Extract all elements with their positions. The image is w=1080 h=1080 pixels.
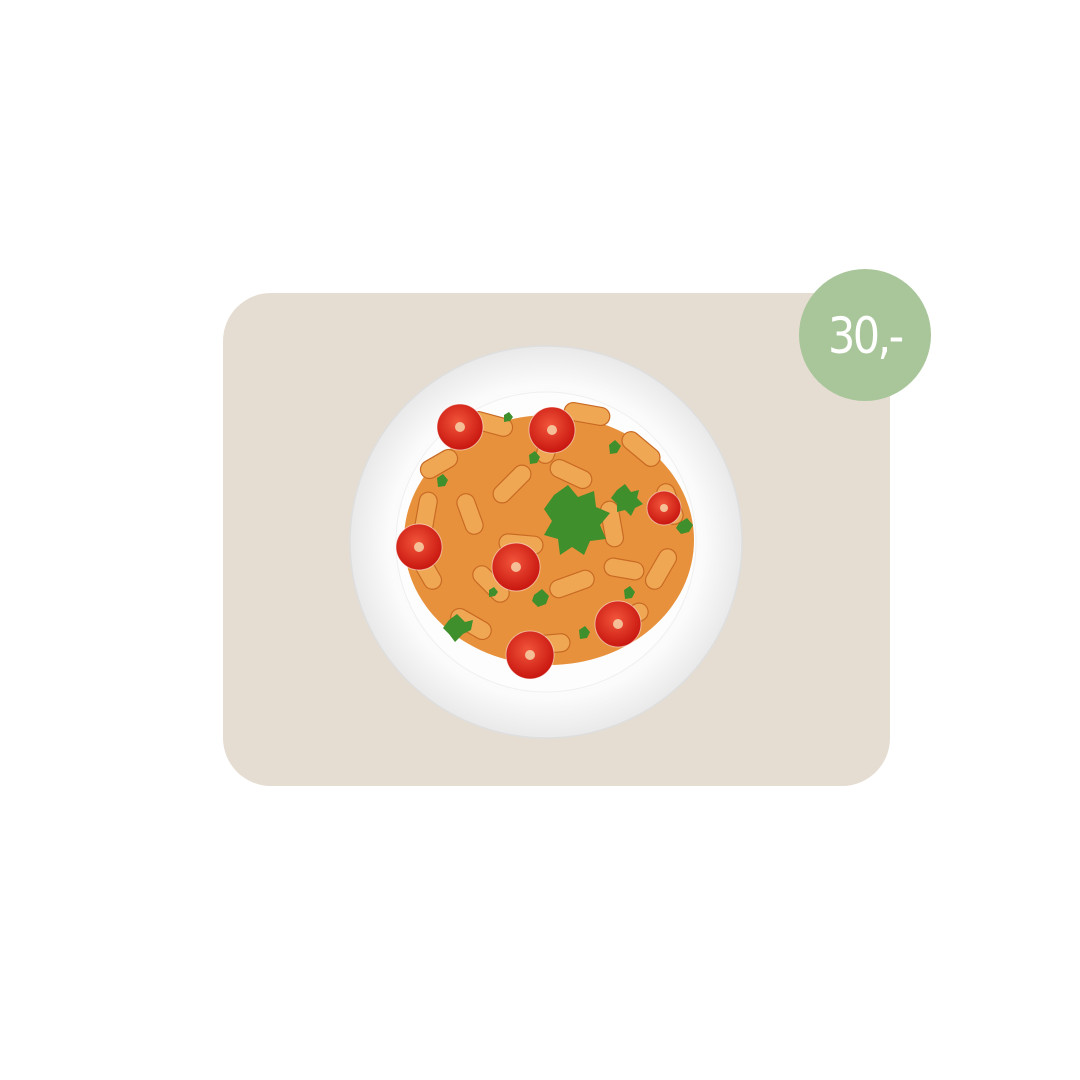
pasta-plate-icon [349,345,743,739]
product-tile: 30,- [0,0,1080,1080]
price-label: 30,- [828,307,904,365]
price-badge: 30,- [799,269,931,401]
